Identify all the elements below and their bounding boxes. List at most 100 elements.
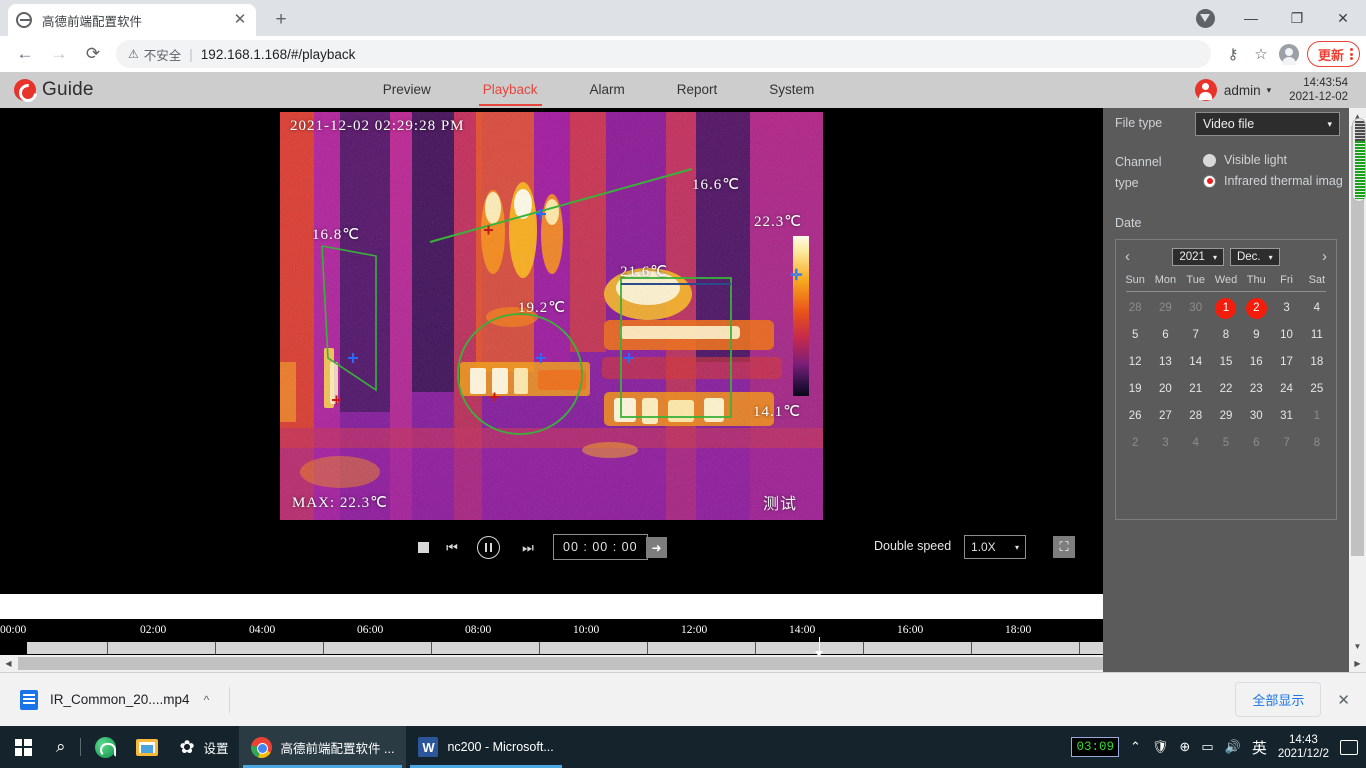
- antivirus-icon[interactable]: 🛡: [1152, 739, 1169, 755]
- nav-system[interactable]: System: [743, 72, 840, 108]
- back-icon[interactable]: ←: [8, 37, 42, 71]
- channel-option-infrared[interactable]: Infrared thermal imag: [1203, 174, 1343, 188]
- next-frame-button[interactable]: ⏭: [518, 540, 538, 556]
- day-cell[interactable]: 6: [1241, 433, 1271, 454]
- day-cell[interactable]: 17: [1271, 352, 1301, 373]
- day-cell[interactable]: 28: [1181, 406, 1211, 427]
- radio-icon[interactable]: [1203, 154, 1216, 167]
- day-cell[interactable]: 20: [1150, 379, 1180, 400]
- nav-playback[interactable]: Playback: [457, 72, 564, 108]
- address-bar[interactable]: ⚠ 不安全 | 192.168.1.168/#/playback: [116, 40, 1211, 68]
- day-cell[interactable]: 30: [1241, 406, 1271, 427]
- volume-icon[interactable]: 🔊: [1225, 739, 1241, 755]
- network-icon[interactable]: ⊕: [1179, 739, 1190, 755]
- day-cell[interactable]: 2: [1120, 433, 1150, 454]
- action-center-icon[interactable]: [1340, 740, 1358, 755]
- maximize-button[interactable]: ❐: [1274, 0, 1320, 36]
- day-cell[interactable]: 7: [1271, 433, 1301, 454]
- file-type-select[interactable]: Video file ▾: [1195, 112, 1340, 136]
- scroll-right-icon[interactable]: ▶: [1349, 655, 1366, 672]
- day-cell[interactable]: 3: [1271, 298, 1301, 319]
- start-button[interactable]: [0, 726, 46, 768]
- radio-icon-selected[interactable]: [1203, 175, 1216, 188]
- close-download-bar-icon[interactable]: ✕: [1337, 691, 1350, 709]
- minimize-button[interactable]: —: [1228, 0, 1274, 36]
- tray-clock[interactable]: 14:43 2021/12/2: [1278, 733, 1329, 761]
- download-item[interactable]: IR_Common_20....mp4 ^: [20, 690, 209, 710]
- thermal-video[interactable]: 2021-12-02 02:29:28 PM 16.8℃ 16.6℃ 22.3℃…: [280, 112, 823, 520]
- day-cell[interactable]: 25: [1302, 379, 1332, 400]
- day-cell[interactable]: 7: [1181, 325, 1211, 346]
- prev-month-icon[interactable]: ‹: [1125, 248, 1130, 265]
- stop-button[interactable]: [411, 542, 435, 553]
- close-icon[interactable]: ✕: [232, 12, 248, 28]
- speed-select[interactable]: 1.0X ▾: [964, 535, 1026, 559]
- update-button[interactable]: 更新: [1307, 41, 1360, 67]
- day-cell[interactable]: 12: [1120, 352, 1150, 373]
- next-month-icon[interactable]: ›: [1322, 248, 1327, 265]
- new-tab-button[interactable]: +: [268, 8, 294, 34]
- show-all-downloads-button[interactable]: 全部显示: [1235, 682, 1321, 717]
- pause-button[interactable]: [477, 536, 500, 559]
- nav-alarm[interactable]: Alarm: [564, 72, 651, 108]
- day-cell[interactable]: 4: [1302, 298, 1332, 319]
- year-select[interactable]: 2021 ▾: [1172, 248, 1224, 266]
- day-cell-selected[interactable]: 1: [1211, 298, 1241, 319]
- window-close-button[interactable]: ✕: [1320, 0, 1366, 36]
- day-cell[interactable]: 8: [1302, 433, 1332, 454]
- day-cell[interactable]: 11: [1302, 325, 1332, 346]
- taskbar-edge[interactable]: [85, 726, 126, 768]
- battery-icon[interactable]: ▭: [1201, 739, 1213, 755]
- day-cell[interactable]: 16: [1241, 352, 1271, 373]
- reload-icon[interactable]: ⟳: [76, 37, 110, 71]
- day-cell[interactable]: 6: [1150, 325, 1180, 346]
- day-cell[interactable]: 4: [1181, 433, 1211, 454]
- day-cell[interactable]: 28: [1120, 298, 1150, 319]
- day-cell[interactable]: 1: [1302, 406, 1332, 427]
- taskbar-app-word[interactable]: W nc200 - Microsoft...: [406, 726, 565, 768]
- taskbar-app-chrome[interactable]: 高德前端配置软件 ...: [239, 726, 407, 768]
- bookmark-star-icon[interactable]: ☆: [1247, 40, 1275, 68]
- day-cell-selected[interactable]: 2: [1241, 298, 1271, 319]
- day-cell[interactable]: 18: [1302, 352, 1332, 373]
- ime-language-icon[interactable]: 英: [1252, 737, 1267, 758]
- taskbar-explorer[interactable]: [126, 726, 168, 768]
- day-cell[interactable]: 9: [1241, 325, 1271, 346]
- day-cell[interactable]: 14: [1181, 352, 1211, 373]
- month-select[interactable]: Dec. ▾: [1230, 248, 1280, 266]
- day-cell[interactable]: 19: [1120, 379, 1150, 400]
- fullscreen-button[interactable]: ⛶: [1053, 536, 1075, 558]
- channel-option-visible-light[interactable]: Visible light: [1203, 153, 1287, 167]
- browser-tab[interactable]: 高德前端配置软件 ✕: [8, 4, 256, 36]
- day-cell[interactable]: 31: [1271, 406, 1301, 427]
- day-cell[interactable]: 8: [1211, 325, 1241, 346]
- taskbar-settings[interactable]: ✿ 设置: [168, 726, 239, 768]
- time-seek-input[interactable]: 00 : 00 : 00: [553, 534, 648, 560]
- day-cell[interactable]: 30: [1181, 298, 1211, 319]
- day-cell[interactable]: 3: [1150, 433, 1180, 454]
- chevron-up-icon[interactable]: ^: [204, 693, 210, 707]
- search-button[interactable]: ⌕: [46, 726, 76, 768]
- tray-timer[interactable]: 03:09: [1071, 737, 1119, 757]
- key-icon[interactable]: ⚷: [1219, 40, 1247, 68]
- profile-avatar-icon[interactable]: [1275, 40, 1303, 68]
- day-cell[interactable]: 27: [1150, 406, 1180, 427]
- day-cell[interactable]: 23: [1241, 379, 1271, 400]
- day-cell[interactable]: 13: [1150, 352, 1180, 373]
- scroll-left-icon[interactable]: ◀: [0, 655, 17, 672]
- day-cell[interactable]: 5: [1120, 325, 1150, 346]
- browser-menu-icon[interactable]: [1350, 47, 1353, 62]
- chevron-down-icon[interactable]: ▾: [1267, 85, 1272, 96]
- show-hidden-icons-icon[interactable]: ⌃: [1130, 739, 1141, 755]
- scroll-down-icon[interactable]: ▼: [1349, 638, 1366, 655]
- day-cell[interactable]: 10: [1271, 325, 1301, 346]
- go-to-time-button[interactable]: ➜: [646, 537, 667, 558]
- timeline-playhead[interactable]: [819, 637, 820, 654]
- forward-icon[interactable]: →: [42, 37, 76, 71]
- nav-report[interactable]: Report: [651, 72, 744, 108]
- day-cell[interactable]: 21: [1181, 379, 1211, 400]
- day-cell[interactable]: 24: [1271, 379, 1301, 400]
- day-cell[interactable]: 26: [1120, 406, 1150, 427]
- extension-badge-icon[interactable]: [1182, 0, 1228, 36]
- day-cell[interactable]: 15: [1211, 352, 1241, 373]
